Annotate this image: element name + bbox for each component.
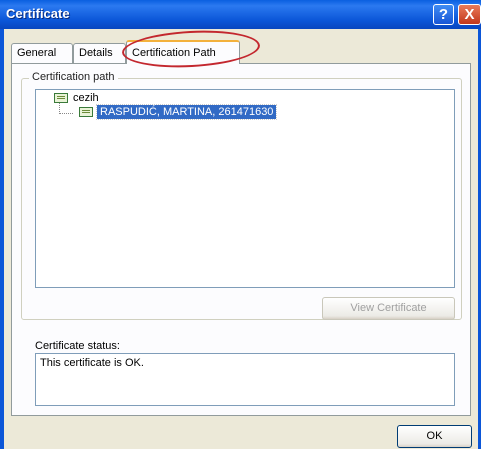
status-text-box: This certificate is OK. [35, 353, 455, 406]
tab-general[interactable]: General [11, 43, 73, 63]
certificate-dialog: Certificate ? X General Details Certific… [0, 0, 481, 449]
window-frame-left [0, 29, 4, 449]
view-certificate-button[interactable]: View Certificate [322, 297, 455, 320]
tree-node-selected[interactable]: RASPUDIĆ, MARTINA, 261471630 [95, 104, 278, 120]
tree-connector-horizontal [59, 113, 73, 114]
help-icon[interactable]: ? [433, 4, 454, 25]
group-legend: Certification path [29, 71, 118, 83]
ok-button[interactable]: OK [397, 425, 472, 448]
window-title: Certificate [6, 6, 70, 21]
status-label: Certificate status: [35, 340, 120, 352]
tab-details[interactable]: Details [73, 43, 126, 63]
certificate-icon [79, 107, 93, 117]
title-bar[interactable]: Certificate ? X [0, 0, 481, 29]
certificate-icon [54, 93, 68, 103]
close-icon[interactable]: X [458, 4, 481, 25]
tree-node-root[interactable]: cezih [73, 92, 99, 104]
